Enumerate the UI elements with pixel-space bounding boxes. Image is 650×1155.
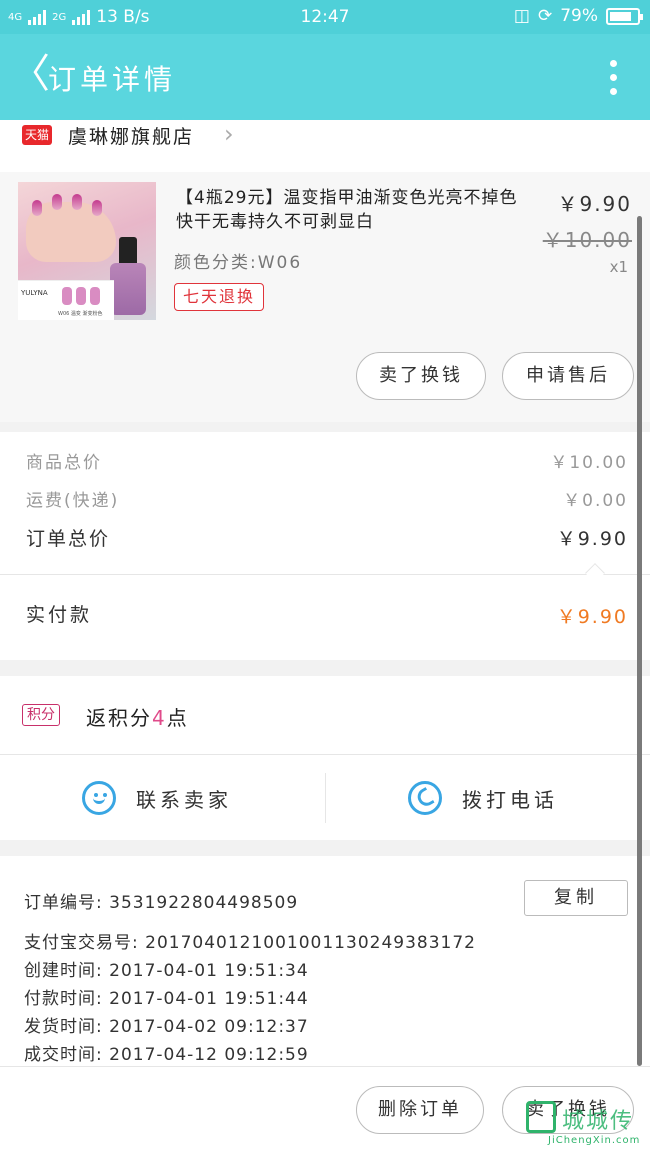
more-menu-icon[interactable] xyxy=(610,60,618,95)
points-amount: 4 xyxy=(152,706,167,730)
shipping-value: ￥0.00 xyxy=(563,491,628,511)
created-time: 创建时间: 2017-04-01 19:51:34 xyxy=(24,961,309,981)
page-title: 订单详情 xyxy=(48,63,177,96)
battery-percent: 79% xyxy=(560,6,598,26)
nail-graphic xyxy=(92,200,102,216)
sell-button[interactable]: 卖了换钱 xyxy=(356,352,486,400)
goods-total-label: 商品总价 xyxy=(26,453,102,473)
points-row: 积分 返积分4点 xyxy=(0,676,650,754)
nail-graphic xyxy=(32,200,42,216)
watermark-url: JiChengXin.com xyxy=(548,1135,641,1146)
battery-icon xyxy=(606,7,643,25)
notch-indicator xyxy=(585,563,605,583)
paid-value: ￥9.90 xyxy=(556,606,628,628)
delete-order-button[interactable]: 删除订单 xyxy=(356,1086,484,1134)
alipay-trade-number: 支付宝交易号: 2017040121001001130249383172 xyxy=(24,933,476,953)
contact-row: 联系卖家 拨打电话 xyxy=(0,754,650,840)
contact-seller-label: 联系卖家 xyxy=(136,787,232,812)
product-spec: 颜色分类:W06 xyxy=(174,253,303,273)
paid-label: 实付款 xyxy=(26,604,93,626)
thumb-brand: YULYNA xyxy=(21,289,48,297)
watermark-text: 城城传 xyxy=(562,1109,635,1134)
nail-graphic xyxy=(72,194,82,210)
contact-seller-button[interactable]: 联系卖家 xyxy=(82,755,232,841)
call-label: 拨打电话 xyxy=(462,787,558,812)
phone-icon xyxy=(408,781,442,815)
product-title: 【4瓶29元】温变指甲油渐变色光亮不掉色快干无毒持久不可剥显白 xyxy=(176,188,518,232)
points-prefix: 返积分 xyxy=(86,706,152,730)
product-item[interactable]: YULYNA W06 温变 渐变粉色 【4瓶29元】温变指甲油渐变色光亮不掉色快… xyxy=(0,172,650,422)
points-suffix: 点 xyxy=(166,706,189,730)
shop-row[interactable]: 天猫 虞琳娜旗舰店 › xyxy=(0,120,650,172)
shipping-label: 运费(快递) xyxy=(26,491,120,511)
scrollbar[interactable] xyxy=(637,216,642,1066)
chevron-right-icon: › xyxy=(224,120,234,148)
paid-time: 付款时间: 2017-04-01 19:51:44 xyxy=(24,989,309,1009)
chat-smile-icon xyxy=(82,781,116,815)
seven-day-return-tag: 七天退换 xyxy=(174,283,265,311)
rotation-lock-icon: ⟳ xyxy=(537,6,553,26)
shipped-time: 发货时间: 2017-04-02 09:12:37 xyxy=(24,1017,309,1037)
thumb-strip: YULYNA W06 温变 渐变粉色 xyxy=(18,280,114,320)
battery-fill xyxy=(610,11,631,21)
points-badge: 积分 xyxy=(22,704,60,726)
call-button[interactable]: 拨打电话 xyxy=(408,755,558,841)
thumb-caption: W06 温变 渐变粉色 xyxy=(58,311,103,317)
nail-graphic xyxy=(52,194,62,210)
product-price: ￥9.90 xyxy=(557,192,632,216)
shop-name: 虞琳娜旗舰店 xyxy=(68,126,195,148)
goods-total-row: 商品总价 ￥10.00 xyxy=(26,448,628,473)
copy-button[interactable]: 复制 xyxy=(524,880,628,916)
divider xyxy=(0,574,650,575)
vibrate-icon: ◫ xyxy=(513,6,530,26)
watermark-box-icon xyxy=(526,1101,556,1133)
order-total-label: 订单总价 xyxy=(26,528,111,550)
tmall-badge: 天猫 xyxy=(22,125,52,145)
after-sale-button[interactable]: 申请售后 xyxy=(502,352,634,400)
clock: 12:47 xyxy=(300,7,350,27)
original-price: ￥10.00 xyxy=(542,228,632,252)
header-bar: 〈 订单详情 xyxy=(0,34,650,120)
order-total-value: ￥9.90 xyxy=(556,528,628,550)
product-thumbnail[interactable]: YULYNA W06 温变 渐变粉色 xyxy=(18,182,156,320)
back-icon[interactable]: 〈 xyxy=(10,52,50,96)
divider xyxy=(325,773,326,823)
points-text: 返积分4点 xyxy=(86,702,189,731)
watermark-logo: 城城传 JiChengXin.com xyxy=(526,1097,644,1151)
status-bar: 4G 2G 13 B/s 12:47 ◫ ⟳ 79% xyxy=(0,0,650,34)
price-summary: 商品总价 ￥10.00 运费(快递) ￥0.00 订单总价 ￥9.90 实付款 … xyxy=(0,432,650,660)
goods-total-value: ￥10.00 xyxy=(550,453,628,473)
order-total-row: 订单总价 ￥9.90 xyxy=(26,524,628,551)
order-number: 订单编号: 3531922804498509 xyxy=(24,893,299,913)
shipping-row: 运费(快递) ￥0.00 xyxy=(26,486,628,511)
bottle-graphic xyxy=(110,237,146,315)
product-quantity: x1 xyxy=(609,258,628,276)
completed-time: 成交时间: 2017-04-12 09:12:59 xyxy=(24,1045,309,1065)
order-info: 订单编号: 3531922804498509 复制 支付宝交易号: 201704… xyxy=(0,856,650,1066)
